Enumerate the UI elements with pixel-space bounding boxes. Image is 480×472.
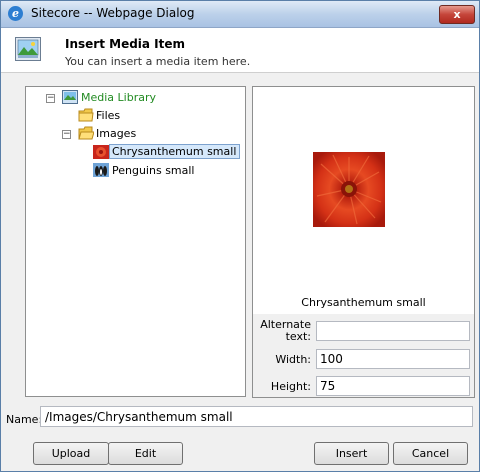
upload-button[interactable]: Upload xyxy=(33,442,109,465)
folder-icon xyxy=(78,108,94,122)
media-tree[interactable]: − Media Library Files − Images Chrysanth… xyxy=(25,86,246,397)
image-thumbnail-penguins-icon xyxy=(93,163,109,177)
cancel-button[interactable]: Cancel xyxy=(393,442,468,465)
collapse-toggle-images[interactable]: − xyxy=(62,130,71,139)
preview-caption: Chrysanthemum small xyxy=(301,296,426,309)
alternate-text-input[interactable] xyxy=(316,321,470,341)
name-label: Name: xyxy=(6,413,43,426)
alternate-text-label: Alternate text: xyxy=(253,319,311,343)
media-image-icon xyxy=(15,37,41,61)
edit-button[interactable]: Edit xyxy=(108,442,183,465)
image-thumbnail-chrysanthemum-icon xyxy=(93,145,109,159)
preview-panel: Chrysanthemum small xyxy=(252,86,475,315)
properties-panel: Alternate text: Width: Height: xyxy=(252,314,475,398)
title-bar[interactable]: e Sitecore -- Webpage Dialog x xyxy=(1,1,479,28)
alternate-text-label-line2: text: xyxy=(285,330,311,343)
tree-item-chrysanthemum-small[interactable]: Chrysanthemum small xyxy=(109,144,241,159)
window-title: Sitecore -- Webpage Dialog xyxy=(31,6,195,20)
height-label: Height: xyxy=(270,380,311,393)
tree-item-media-library[interactable]: Media Library xyxy=(81,91,156,104)
width-input[interactable] xyxy=(316,349,470,369)
close-button[interactable]: x xyxy=(439,5,475,24)
name-input[interactable] xyxy=(40,406,473,427)
dialog-title: Insert Media Item xyxy=(65,37,186,51)
dialog-header: Insert Media Item You can insert a media… xyxy=(1,28,479,73)
tree-item-files[interactable]: Files xyxy=(96,109,120,122)
media-library-icon xyxy=(62,90,78,104)
folder-open-icon xyxy=(78,126,94,140)
width-label: Width: xyxy=(275,353,311,366)
height-input[interactable] xyxy=(316,376,470,396)
insert-button[interactable]: Insert xyxy=(314,442,389,465)
dialog-subtitle: You can insert a media item here. xyxy=(65,55,251,68)
dialog-window: e Sitecore -- Webpage Dialog x Insert Me… xyxy=(0,0,480,472)
preview-image xyxy=(313,152,385,227)
collapse-toggle-media-library[interactable]: − xyxy=(46,94,55,103)
tree-item-images[interactable]: Images xyxy=(96,127,136,140)
internet-explorer-icon: e xyxy=(8,6,23,21)
tree-item-penguins-small[interactable]: Penguins small xyxy=(112,164,195,177)
